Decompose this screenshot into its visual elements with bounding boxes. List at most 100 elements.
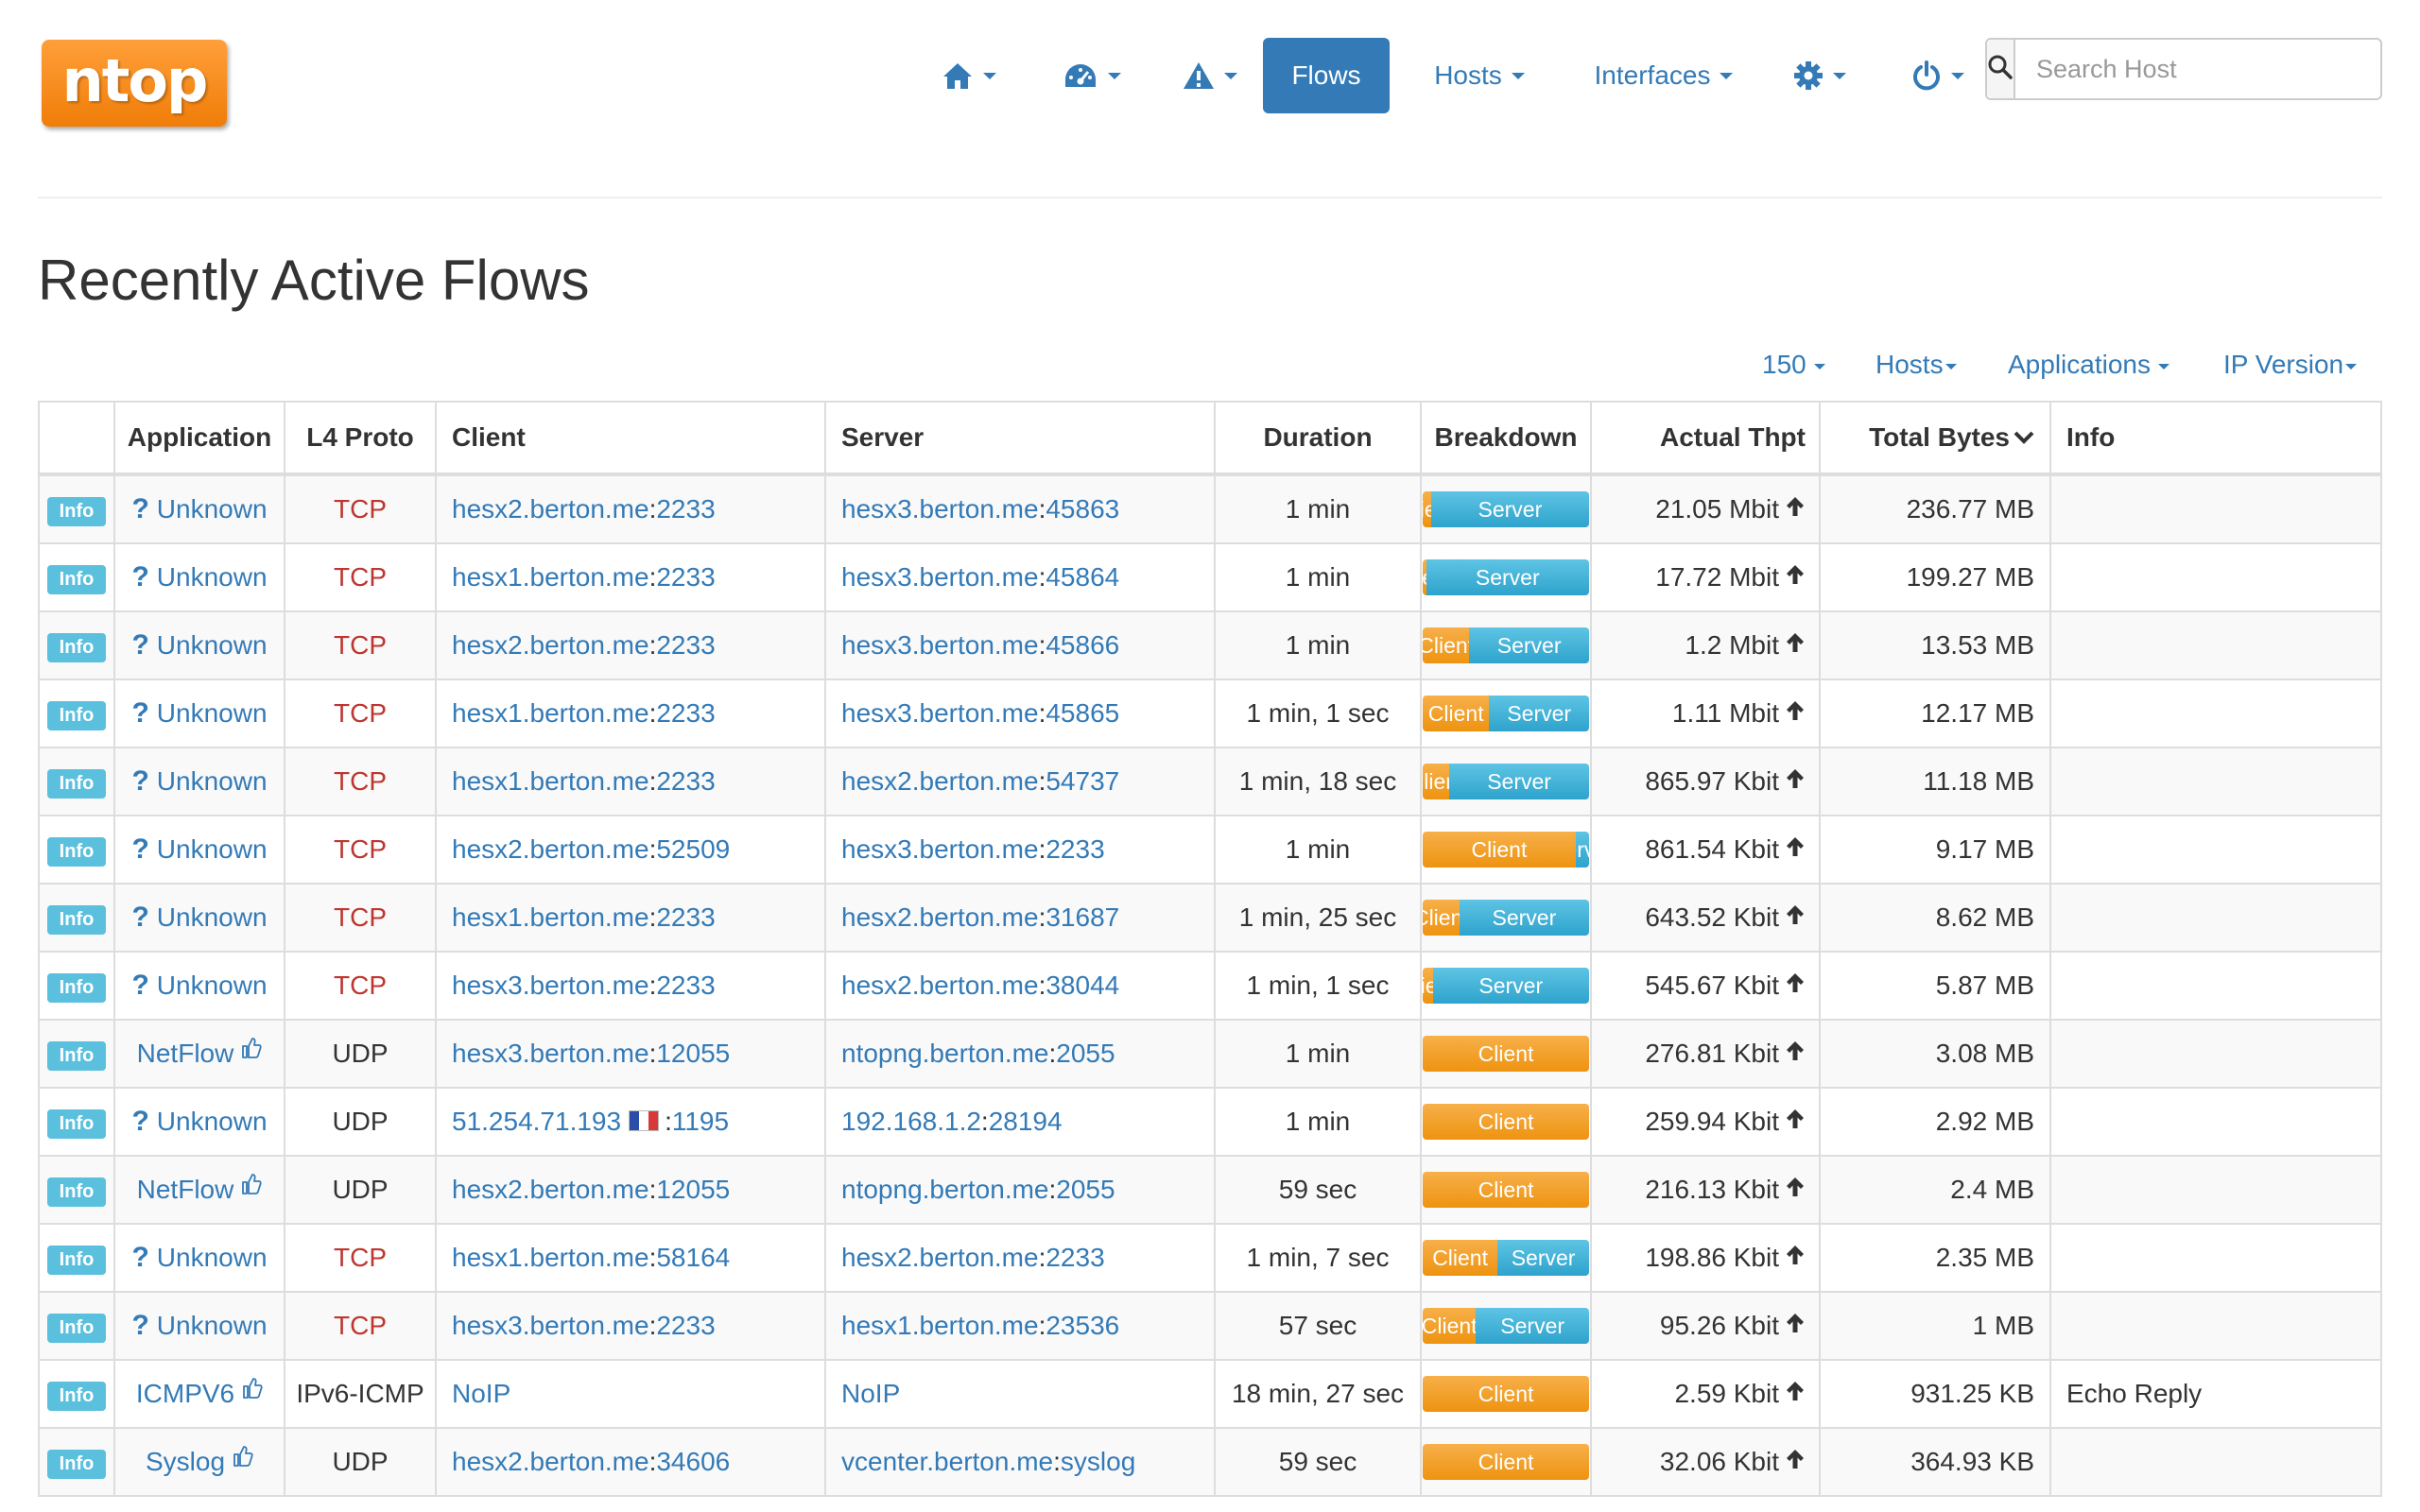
client-port-link[interactable]: 2233 (656, 971, 715, 1000)
server-port-link[interactable]: 45866 (1046, 630, 1119, 660)
search-button[interactable] (1987, 40, 2015, 98)
info-button[interactable]: Info (47, 632, 106, 662)
client-host-link[interactable]: hesx2.berton.me (452, 834, 649, 864)
nav-alerts-dropdown[interactable] (1163, 38, 1257, 113)
applications-filter-dropdown[interactable]: Applications (2008, 350, 2169, 380)
application-link[interactable]: Syslog (146, 1446, 253, 1477)
client-host-link[interactable]: hesx1.berton.me (452, 698, 649, 728)
client-host-link[interactable]: hesx2.berton.me (452, 630, 649, 660)
client-host-link[interactable]: hesx2.berton.me (452, 494, 649, 524)
server-host-link[interactable]: hesx2.berton.me (841, 971, 1039, 1000)
server-port-link[interactable]: syslog (1061, 1447, 1135, 1476)
server-port-link[interactable]: 2055 (1056, 1039, 1115, 1068)
ip-version-filter-dropdown[interactable]: IP Version (2223, 350, 2358, 380)
client-host-link[interactable]: hesx3.berton.me (452, 1039, 649, 1068)
server-port-link[interactable]: 28194 (989, 1107, 1063, 1136)
nav-settings-dropdown[interactable] (1772, 38, 1867, 113)
client-port-link[interactable]: 52509 (656, 834, 730, 864)
client-host-link[interactable]: hesx1.berton.me (452, 766, 649, 796)
nav-home-dropdown[interactable] (926, 38, 1011, 113)
application-link[interactable]: ? Unknown (131, 697, 267, 730)
column-header-client[interactable]: Client (435, 401, 826, 476)
info-button[interactable]: Info (47, 1381, 106, 1411)
server-host-link[interactable]: hesx3.berton.me (841, 834, 1039, 864)
info-button[interactable]: Info (47, 1040, 106, 1071)
client-port-link[interactable]: 2233 (656, 494, 715, 524)
info-button[interactable]: Info (47, 768, 106, 799)
server-host-link[interactable]: ntopng.berton.me (841, 1039, 1049, 1068)
server-port-link[interactable]: 38044 (1046, 971, 1119, 1000)
server-port-link[interactable]: 2233 (1046, 1243, 1104, 1272)
client-port-link[interactable]: 2233 (656, 562, 715, 592)
nav-hosts-dropdown[interactable]: Hosts (1409, 38, 1550, 113)
server-host-link[interactable]: ntopng.berton.me (841, 1175, 1049, 1204)
column-header-duration[interactable]: Duration (1214, 401, 1422, 476)
server-port-link[interactable]: 54737 (1046, 766, 1119, 796)
nav-dashboard-dropdown[interactable] (1040, 38, 1144, 113)
client-port-link[interactable]: 12055 (656, 1175, 730, 1204)
application-link[interactable]: NetFlow (137, 1174, 263, 1205)
client-port-link[interactable]: 1195 (672, 1107, 729, 1136)
application-link[interactable]: ? Unknown (131, 561, 267, 593)
application-link[interactable]: NetFlow (137, 1038, 263, 1069)
client-port-link[interactable]: 2233 (656, 1311, 715, 1340)
client-port-link[interactable]: 2233 (656, 698, 715, 728)
info-button[interactable]: Info (47, 496, 106, 526)
rows-per-page-dropdown[interactable]: 150 (1762, 350, 1825, 380)
application-link[interactable]: ? Unknown (131, 1310, 267, 1342)
server-port-link[interactable]: 23536 (1046, 1311, 1119, 1340)
server-host-link[interactable]: hesx3.berton.me (841, 494, 1039, 524)
server-host-link[interactable]: NoIP (841, 1379, 900, 1408)
column-header-application[interactable]: Application (113, 401, 285, 476)
nav-power-dropdown[interactable] (1891, 38, 1985, 113)
application-link[interactable]: ? Unknown (131, 765, 267, 798)
application-link[interactable]: ? Unknown (131, 970, 267, 1002)
application-link[interactable]: ? Unknown (131, 902, 267, 934)
info-button[interactable]: Info (47, 1245, 106, 1275)
client-port-link[interactable]: 58164 (656, 1243, 730, 1272)
client-port-link[interactable]: 2233 (656, 630, 715, 660)
client-host-link[interactable]: hesx1.berton.me (452, 1243, 649, 1272)
nav-interfaces-dropdown[interactable]: Interfaces (1569, 38, 1758, 113)
client-host-link[interactable]: hesx3.berton.me (452, 971, 649, 1000)
server-port-link[interactable]: 31687 (1046, 902, 1119, 932)
application-link[interactable]: ? Unknown (131, 629, 267, 662)
nav-flows[interactable]: Flows (1263, 38, 1390, 113)
client-port-link[interactable]: 2233 (656, 766, 715, 796)
client-host-link[interactable]: hesx1.berton.me (452, 902, 649, 932)
client-host-link[interactable]: hesx1.berton.me (452, 562, 649, 592)
info-button[interactable]: Info (47, 836, 106, 867)
server-host-link[interactable]: hesx2.berton.me (841, 766, 1039, 796)
client-host-link[interactable]: hesx2.berton.me (452, 1175, 649, 1204)
server-port-link[interactable]: 2233 (1046, 834, 1104, 864)
client-port-link[interactable]: 12055 (656, 1039, 730, 1068)
client-port-link[interactable]: 34606 (656, 1447, 730, 1476)
client-host-link[interactable]: NoIP (452, 1379, 510, 1408)
client-host-link[interactable]: hesx3.berton.me (452, 1311, 649, 1340)
info-button[interactable]: Info (47, 1313, 106, 1343)
column-header-server[interactable]: Server (824, 401, 1216, 476)
application-link[interactable]: ? Unknown (131, 493, 267, 525)
application-link[interactable]: ? Unknown (131, 1242, 267, 1274)
application-link[interactable]: ? Unknown (131, 833, 267, 866)
server-host-link[interactable]: hesx2.berton.me (841, 902, 1039, 932)
application-link[interactable]: ICMPV6 (136, 1378, 263, 1409)
column-header-l4-proto[interactable]: L4 Proto (284, 401, 437, 476)
info-button[interactable]: Info (47, 700, 106, 730)
server-host-link[interactable]: hesx3.berton.me (841, 698, 1039, 728)
client-port-link[interactable]: 2233 (656, 902, 715, 932)
info-button[interactable]: Info (47, 904, 106, 935)
search-host-input[interactable] (2015, 40, 2392, 98)
info-button[interactable]: Info (47, 1177, 106, 1207)
column-header-total-bytes[interactable]: Total Bytes (1819, 401, 2051, 476)
client-host-link[interactable]: 51.254.71.193 (452, 1107, 621, 1136)
server-host-link[interactable]: hesx1.berton.me (841, 1311, 1039, 1340)
application-link[interactable]: ? Unknown (131, 1106, 267, 1138)
server-host-link[interactable]: 192.168.1.2 (841, 1107, 981, 1136)
hosts-filter-dropdown[interactable]: Hosts (1876, 350, 1957, 380)
info-button[interactable]: Info (47, 972, 106, 1003)
server-host-link[interactable]: vcenter.berton.me (841, 1447, 1053, 1476)
info-button[interactable]: Info (47, 564, 106, 594)
ntop-logo[interactable]: ntop (42, 40, 227, 127)
info-button[interactable]: Info (47, 1449, 106, 1479)
